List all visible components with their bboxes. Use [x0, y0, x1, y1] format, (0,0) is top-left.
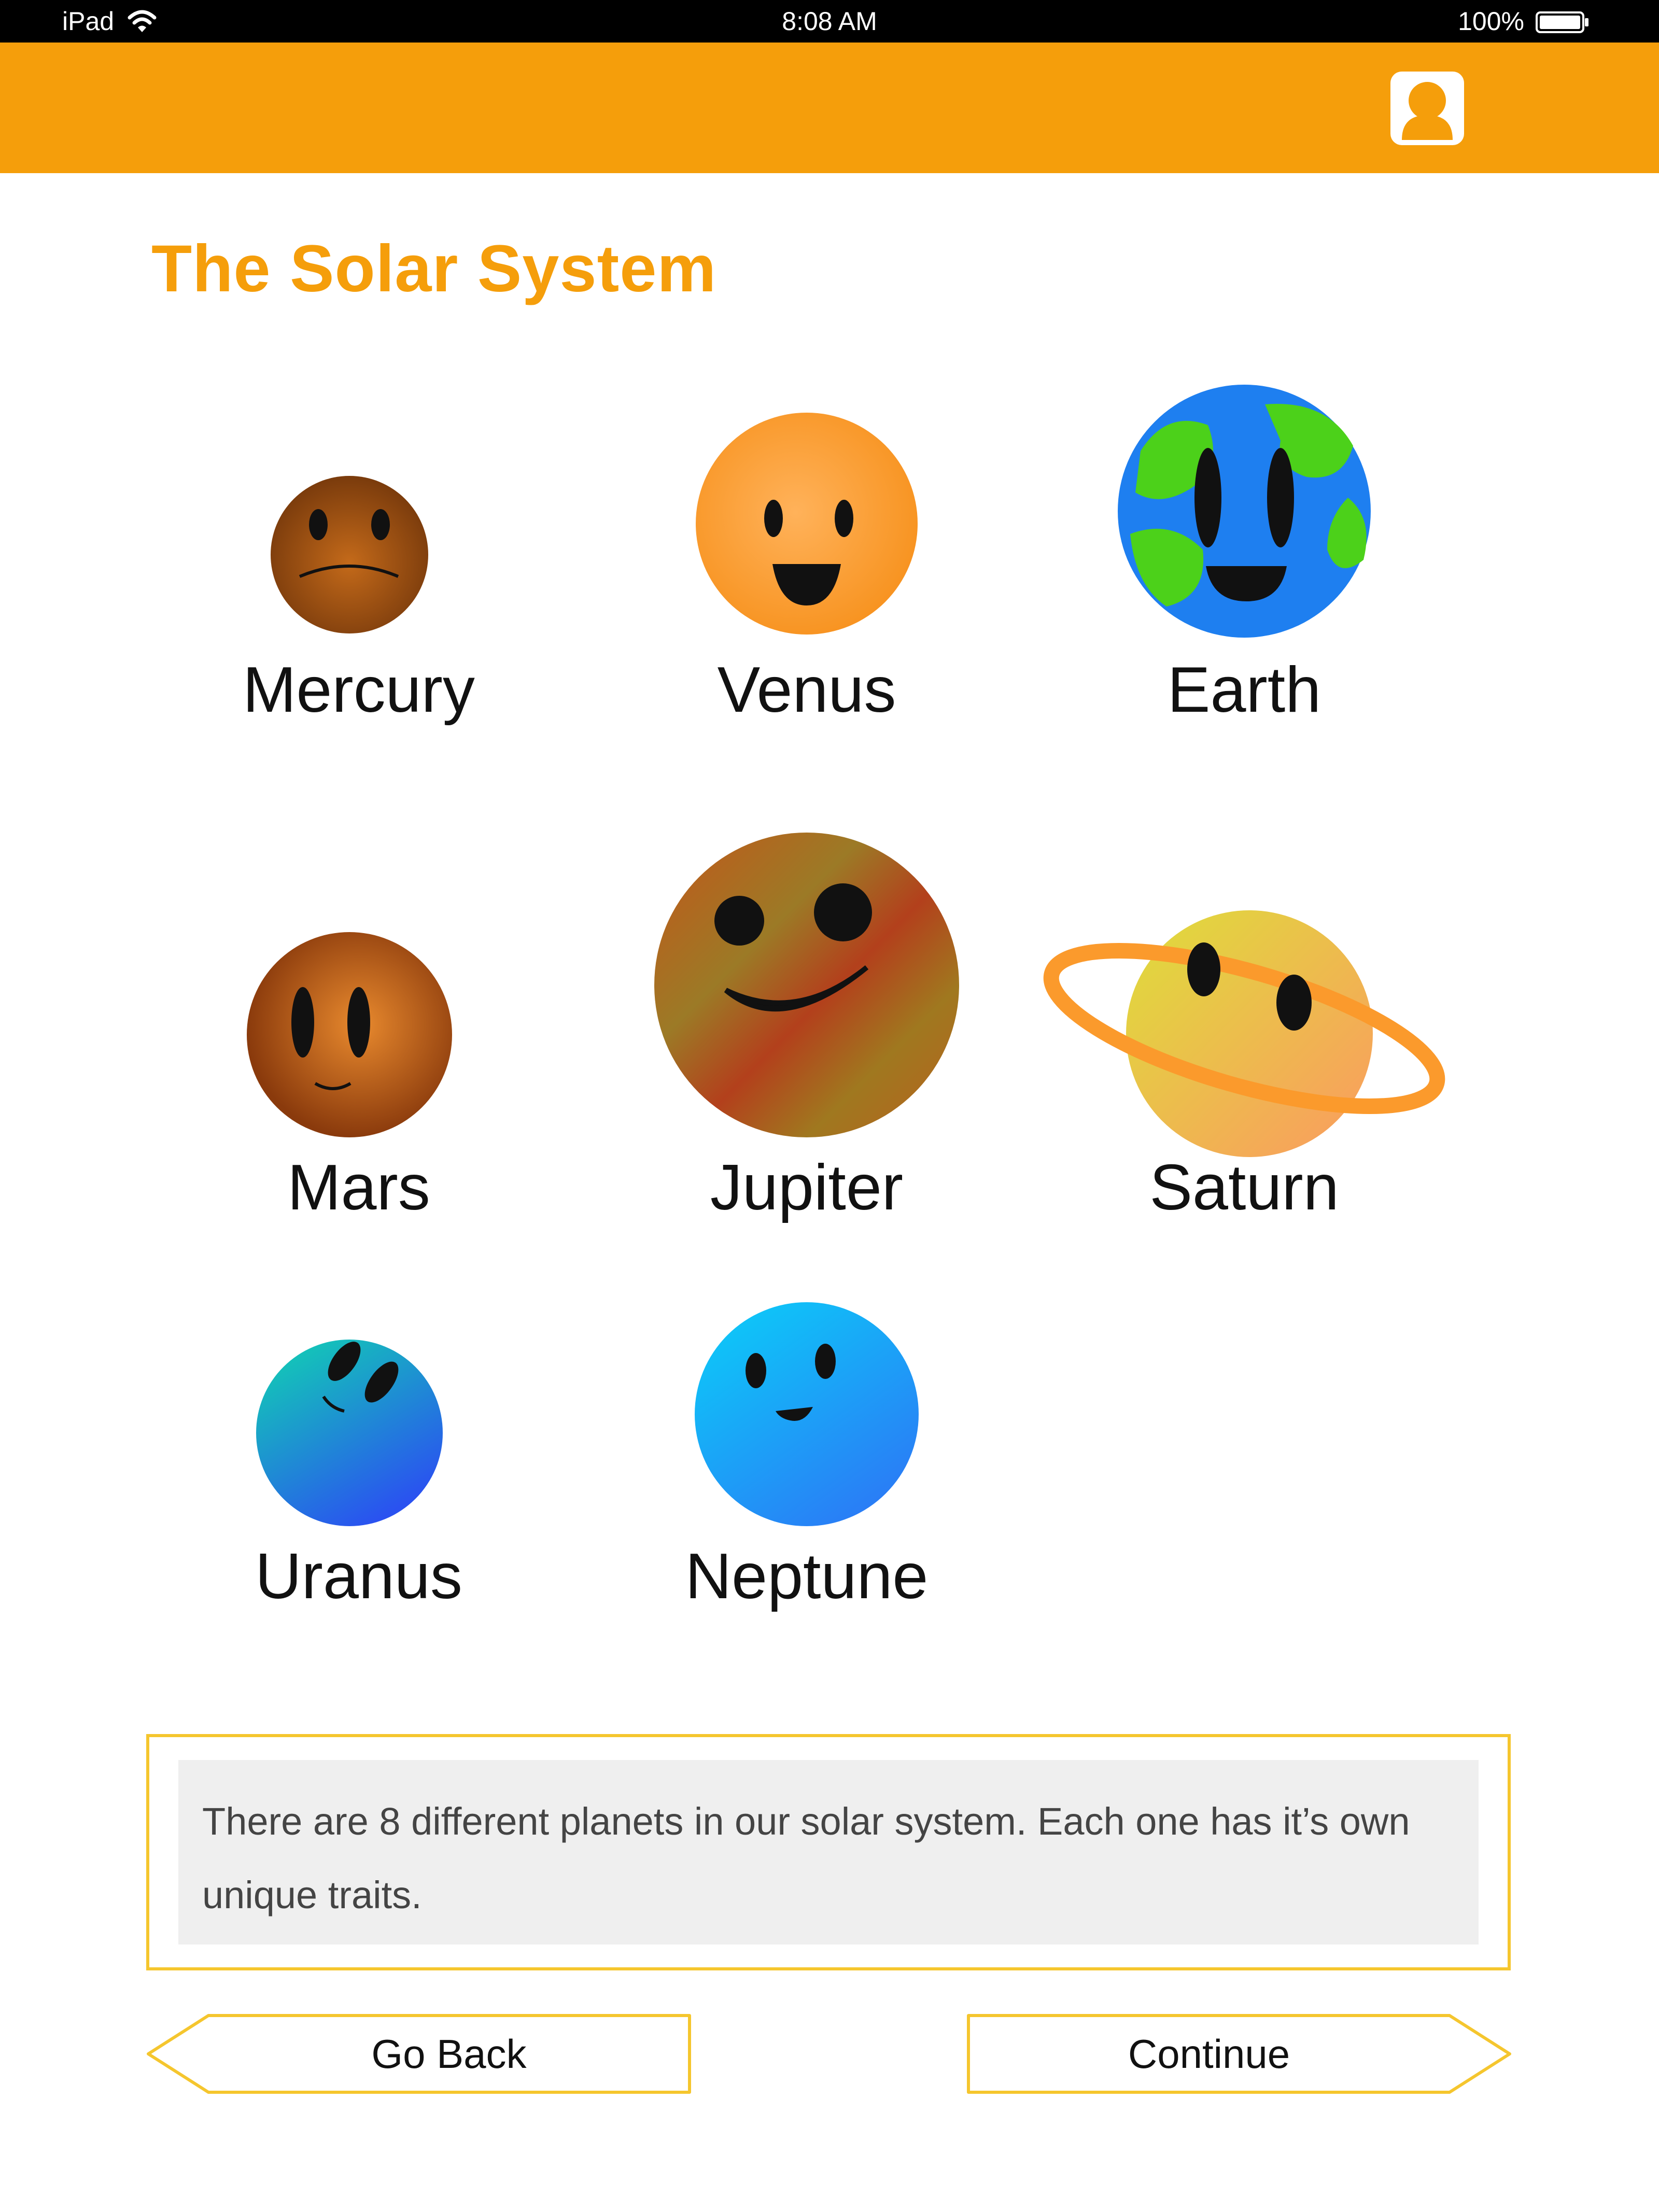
battery-percent: 100% [1458, 7, 1524, 36]
planet-jupiter[interactable]: Jupiter [599, 829, 1014, 1255]
battery-icon [1536, 11, 1588, 33]
uranus-icon [256, 1340, 443, 1526]
status-bar: iPad 8:08 AM 100% [0, 0, 1659, 43]
planet-label: Neptune [685, 1541, 929, 1612]
neptune-icon [695, 1302, 919, 1526]
page-title: The Solar System [151, 232, 717, 306]
planet-label: Saturn [1149, 1152, 1339, 1223]
planet-uranus[interactable]: Uranus [151, 1296, 566, 1721]
planet-saturn[interactable]: Saturn [1037, 829, 1452, 1255]
profile-button[interactable] [1390, 72, 1464, 145]
planet-label: Venus [717, 654, 896, 726]
mars-icon [247, 932, 452, 1137]
user-avatar-icon [1402, 82, 1453, 140]
planet-mars[interactable]: Mars [151, 829, 566, 1255]
planet-venus[interactable]: Venus [599, 363, 1014, 788]
clock: 8:08 AM [782, 7, 877, 36]
planet-neptune[interactable]: Neptune [599, 1296, 1014, 1721]
planet-label: Mars [287, 1152, 430, 1223]
planet-earth[interactable]: Earth [1037, 363, 1452, 788]
planet-label: Jupiter [710, 1152, 904, 1223]
info-text: There are 8 different planets in our sol… [178, 1760, 1479, 1945]
go-back-label: Go Back [371, 2031, 527, 2077]
info-box: There are 8 different planets in our sol… [146, 1734, 1511, 1970]
planet-mercury[interactable]: Mercury [151, 363, 566, 788]
planet-label: Earth [1167, 654, 1321, 726]
app-header [0, 43, 1659, 173]
jupiter-icon [654, 833, 959, 1137]
continue-label: Continue [1128, 2031, 1290, 2077]
planet-label: Uranus [255, 1541, 462, 1612]
continue-button[interactable]: Continue [965, 2013, 1512, 2094]
saturn-icon [1043, 910, 1445, 1157]
planet-label: Mercury [243, 654, 475, 726]
go-back-button[interactable]: Go Back [146, 2013, 693, 2094]
